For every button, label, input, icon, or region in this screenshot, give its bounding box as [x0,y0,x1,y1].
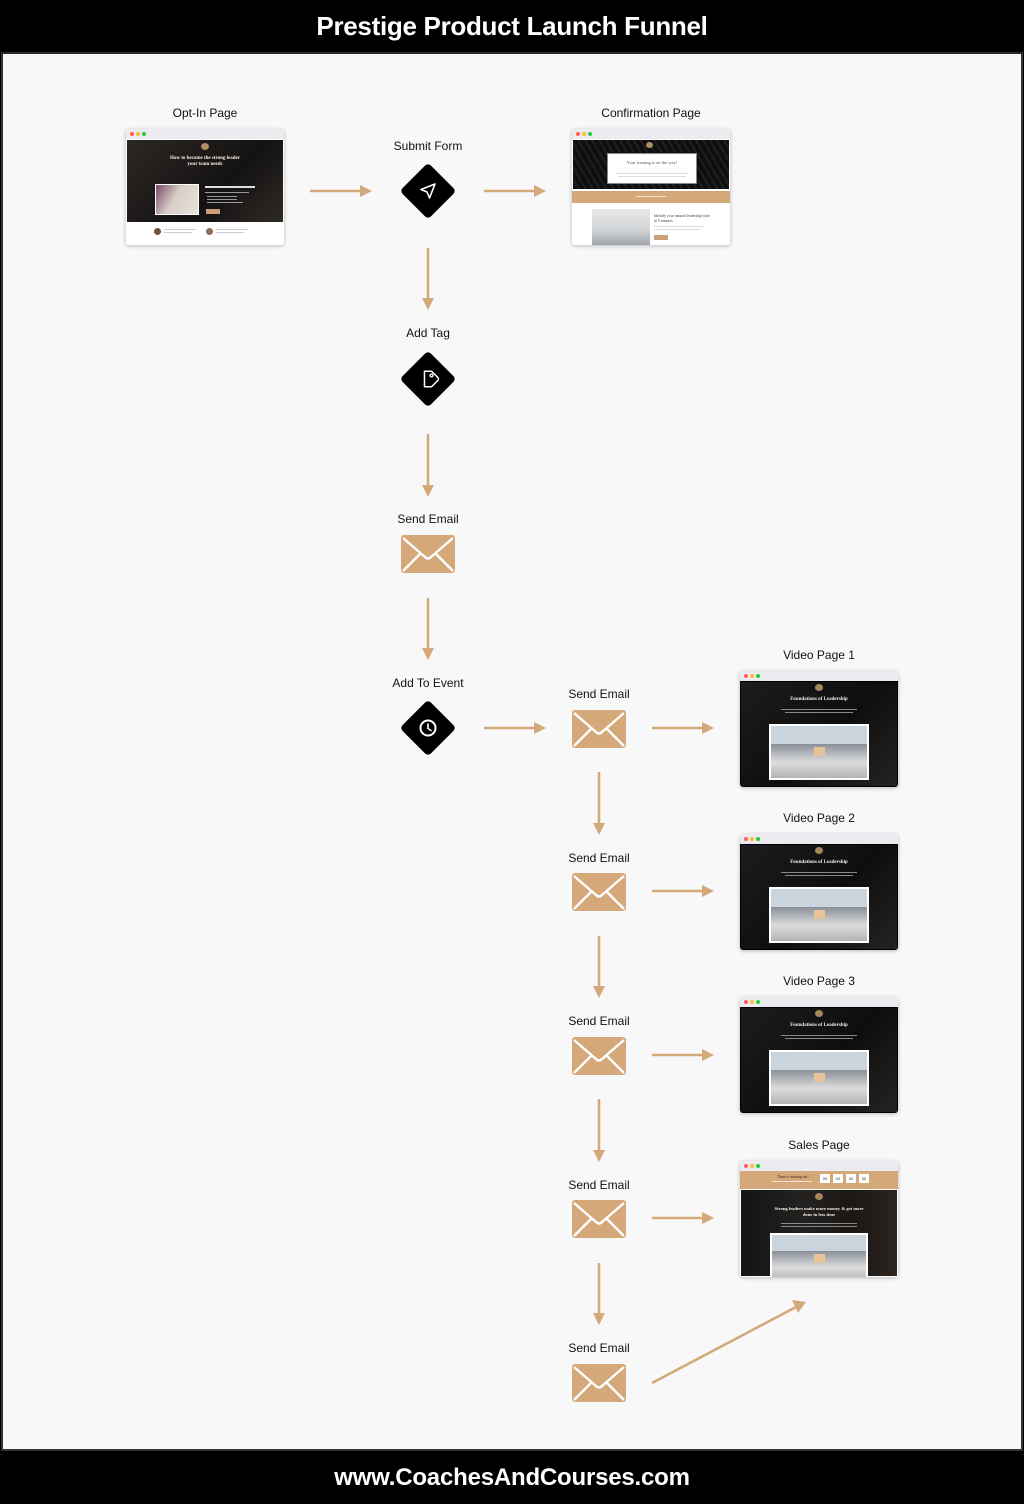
video-page-1-thumbnail[interactable]: Foundations of Leadership [740,671,898,787]
sales-banner: Time is running out! [777,1175,809,1179]
sales-headline: Strong leaders make more money & get mor… [774,1206,864,1217]
confirmation-page-label: Confirmation Page [601,106,701,120]
confirmation-page-thumbnail[interactable]: Your training is on the way! Identify yo… [572,129,730,245]
send-email-6-label: Send Email [568,1341,630,1355]
browser-bar [126,129,284,139]
send-email-5-label: Send Email [568,1178,630,1192]
send-email-2-label: Send Email [568,687,630,701]
browser-bar [740,834,898,844]
confirmation-headline: Your training is on the way! [626,160,678,165]
add-to-event-label: Add To Event [392,676,464,690]
browser-bar [740,997,898,1007]
video-page-2-label: Video Page 2 [783,811,855,825]
send-email-1-label: Send Email [397,512,459,526]
video-headline: Foundations of Leadership [790,697,848,702]
confirmation-subhead: Identify your natural leadership style i… [654,214,711,223]
send-email-3-label: Send Email [568,851,630,865]
envelope-icon[interactable] [572,1200,626,1238]
envelope-icon[interactable] [401,535,455,573]
video-page-3-thumbnail[interactable]: Foundations of Leadership [740,997,898,1113]
footer-bar: www.CoachesAndCourses.com [0,1452,1024,1504]
header-bar: Prestige Product Launch Funnel [0,0,1024,52]
envelope-icon[interactable] [572,710,626,748]
page-title: Prestige Product Launch Funnel [316,10,708,41]
video-headline: Foundations of Leadership [790,1023,848,1028]
browser-bar [572,129,730,139]
video-page-1-label: Video Page 1 [783,648,855,662]
optin-headline: How to become the strong leader your tea… [169,156,241,167]
send-email-4-label: Send Email [568,1014,630,1028]
submit-form-label: Submit Form [393,139,463,153]
add-tag-label: Add Tag [406,326,450,340]
video-page-2-thumbnail[interactable]: Foundations of Leadership [740,834,898,950]
envelope-icon[interactable] [572,1364,626,1402]
optin-page-thumbnail[interactable]: How to become the strong leader your tea… [126,129,284,245]
countdown-seconds: 00 [859,1174,869,1183]
footer-url[interactable]: www.CoachesAndCourses.com [334,1464,690,1492]
clock-icon [419,719,437,737]
tag-icon [423,370,440,388]
send-icon [420,183,436,199]
sales-page-thumbnail[interactable]: Time is running out! 00 00 00 00 Strong … [740,1161,898,1277]
countdown-hours: 00 [833,1174,843,1183]
video-headline: Foundations of Leadership [790,860,848,865]
envelope-icon[interactable] [572,873,626,911]
browser-bar [740,671,898,681]
browser-bar [740,1161,898,1171]
countdown-days: 00 [820,1174,830,1183]
countdown-minutes: 00 [846,1174,856,1183]
envelope-icon[interactable] [572,1037,626,1075]
video-page-3-label: Video Page 3 [783,974,855,988]
optin-page-label: Opt-In Page [172,106,238,120]
sales-page-label: Sales Page [788,1138,850,1152]
